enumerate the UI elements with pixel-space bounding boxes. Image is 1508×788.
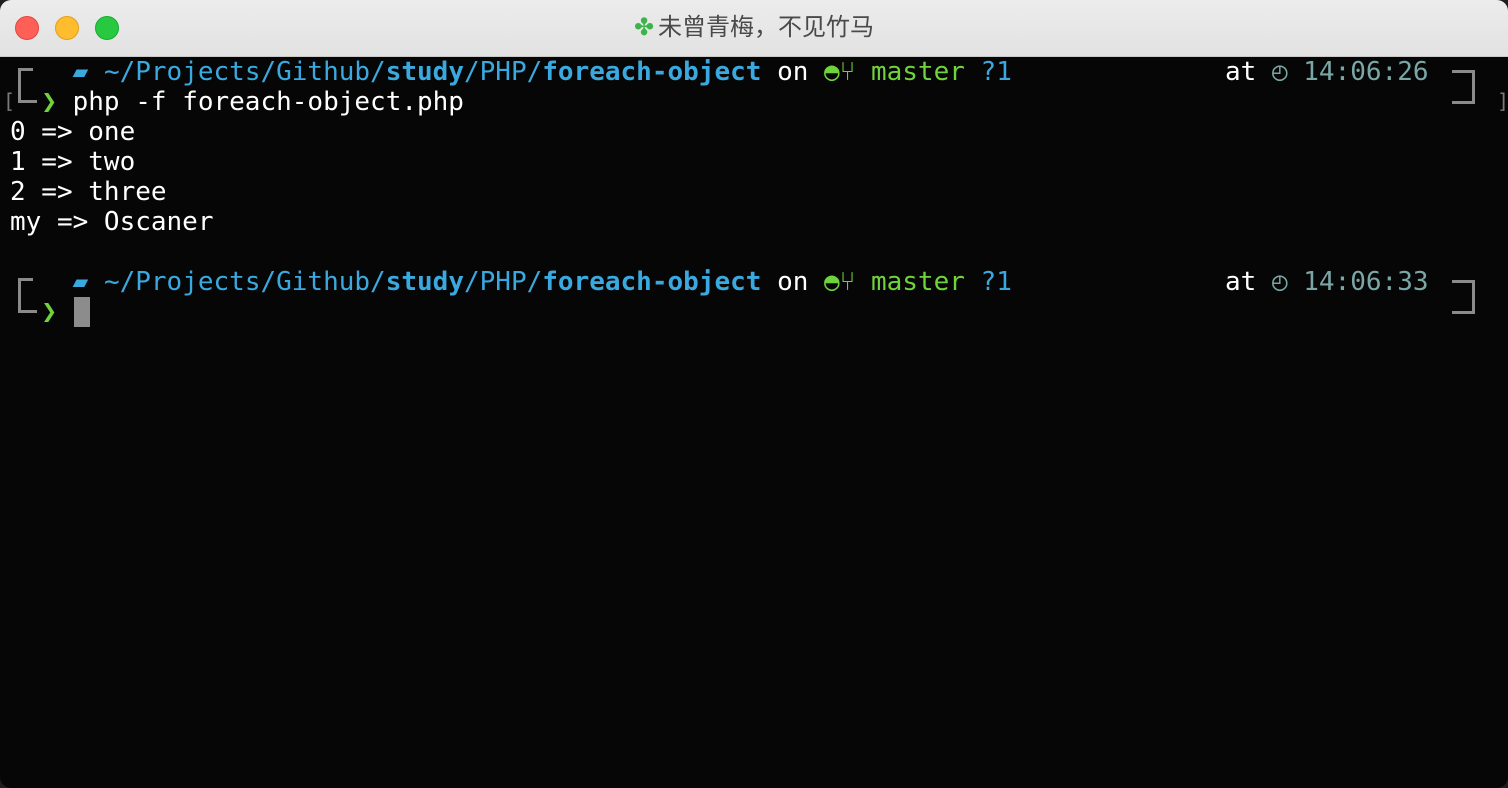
four-leaf-clover-icon: ✤ [633,13,655,41]
git-status: ?1 [980,57,1012,87]
folder-icon: ▰ [72,267,89,297]
path-dir: foreach-object [542,267,762,297]
prompt-frame-right [1452,70,1475,104]
prompt-frame-right [1452,280,1475,314]
time-value: 14:06:26 [1303,57,1429,87]
command-line-1: ❯ php -f foreach-object.php [10,87,464,117]
prompt-header-1: ▰ ~/Projects/Github/study/PHP/foreach-ob… [10,57,1012,87]
path-prefix: ~/Projects/Github/ [103,57,386,87]
on-label: on [777,57,809,87]
path-mid: /PHP/ [463,57,543,87]
command-line-2[interactable]: ❯ [10,297,73,327]
time-value: 14:06:33 [1303,267,1429,297]
window-title: ✤ 未曾青梅，不见竹马 [0,0,1508,56]
chevron-right-icon: ❯ [41,87,57,117]
text-cursor [74,297,90,327]
path-study: study [385,57,464,87]
at-label: at [1225,267,1257,297]
prompt-time-2: at ◴ 14:06:33 [1225,267,1429,297]
github-cat-icon: ◓ [824,57,840,87]
on-label: on [777,267,809,297]
terminal-window: ✤ 未曾青梅，不见竹马 ▰ ~/Projects/Github/study/PHP… [0,0,1508,788]
command-text: php -f foreach-object.php [72,87,464,117]
git-branch-icon: ⑂ [839,57,856,87]
github-cat-icon: ◓ [824,267,840,297]
path-mid: /PHP/ [463,267,543,297]
at-label: at [1225,57,1257,87]
chevron-right-icon: ❯ [41,297,57,327]
folder-icon: ▰ [72,57,89,87]
clock-icon: ◴ [1271,267,1288,297]
path-study: study [385,267,464,297]
prompt-time-1: at ◴ 14:06:26 [1225,57,1429,87]
branch-name: master [870,267,965,297]
git-branch-icon: ⑂ [839,267,856,297]
right-edge-bracket: ] [1497,89,1508,113]
clock-icon: ◴ [1271,57,1288,87]
path-prefix: ~/Projects/Github/ [103,267,386,297]
output-line: my => Oscaner [10,207,214,237]
prompt-header-2: ▰ ~/Projects/Github/study/PHP/foreach-ob… [10,267,1012,297]
title-bar: ✤ 未曾青梅，不见竹马 [0,0,1508,57]
output-line: 0 => one [10,117,136,147]
output-line: 1 => two [10,147,136,177]
output-line: 2 => three [10,177,167,207]
path-dir: foreach-object [542,57,762,87]
branch-name: master [870,57,965,87]
git-status: ?1 [980,267,1012,297]
terminal-content[interactable]: ▰ ~/Projects/Github/study/PHP/foreach-ob… [0,57,1508,788]
window-title-text: 未曾青梅，不见竹马 [658,13,875,41]
